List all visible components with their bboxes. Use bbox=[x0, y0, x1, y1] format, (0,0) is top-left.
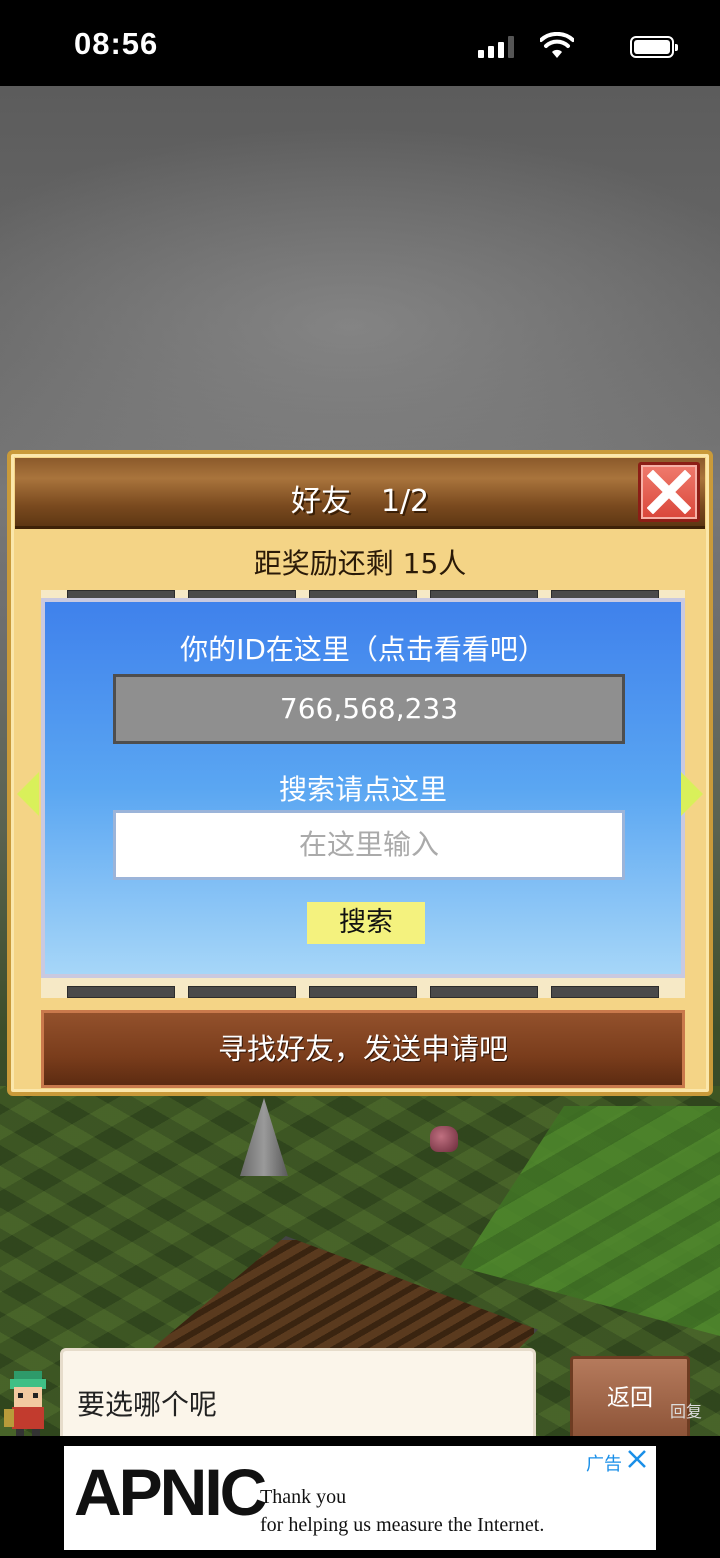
reward-remaining-text: 距奖励还剩 15人 bbox=[253, 547, 467, 580]
close-button[interactable] bbox=[638, 462, 700, 522]
status-time: 08:56 bbox=[74, 26, 159, 61]
battery-icon bbox=[630, 36, 678, 58]
ad-banner[interactable]: APNIC Thank you for helping us measure t… bbox=[64, 1446, 656, 1550]
ad-line-1: Thank you bbox=[260, 1486, 347, 1508]
status-icons bbox=[474, 32, 678, 62]
search-label: 搜索请点这里 bbox=[278, 773, 447, 806]
dialog-title: 好友 1/2 bbox=[290, 484, 430, 519]
prev-page-arrow-icon[interactable] bbox=[17, 772, 39, 816]
speech-bubble: 要选哪个呢 bbox=[60, 1348, 536, 1444]
next-page-arrow-icon[interactable] bbox=[681, 772, 703, 816]
wifi-icon bbox=[540, 32, 574, 58]
ad-close-icon[interactable] bbox=[626, 1448, 648, 1470]
find-friends-button[interactable]: 寻找好友，发送申请吧 bbox=[41, 1010, 685, 1088]
id-value-field[interactable]: 766,568,233 bbox=[113, 674, 625, 744]
id-panel: 你的ID在这里（点击看看吧） 766,568,233 搜索请点这里 在这里输入 … bbox=[41, 598, 685, 978]
ad-badge: 广告 bbox=[586, 1454, 622, 1475]
status-bar: 08:56 bbox=[0, 0, 720, 86]
ad-line-2: for helping us measure the Internet. bbox=[260, 1514, 545, 1536]
crystal-ore bbox=[430, 1126, 458, 1152]
friend-dialog: 好友 1/2 距奖励还剩 15人 你的ID在这里（点击看看吧） 766,568,… bbox=[7, 450, 713, 1096]
ad-logo: APNIC bbox=[74, 1455, 267, 1529]
ad-bar: APNIC Thank you for helping us measure t… bbox=[0, 1436, 720, 1558]
frame-slats-bottom bbox=[67, 986, 659, 998]
close-icon bbox=[647, 470, 691, 514]
dialog-header: 好友 1/2 bbox=[15, 458, 705, 529]
id-label: 你的ID在这里（点击看看吧） bbox=[180, 633, 546, 666]
reply-hint: 回复 bbox=[670, 1402, 703, 1421]
search-button[interactable]: 搜索 bbox=[307, 902, 425, 944]
signal-icon bbox=[478, 36, 516, 58]
speech-text: 要选哪个呢 bbox=[77, 1388, 218, 1421]
search-input[interactable]: 在这里输入 bbox=[113, 810, 625, 880]
